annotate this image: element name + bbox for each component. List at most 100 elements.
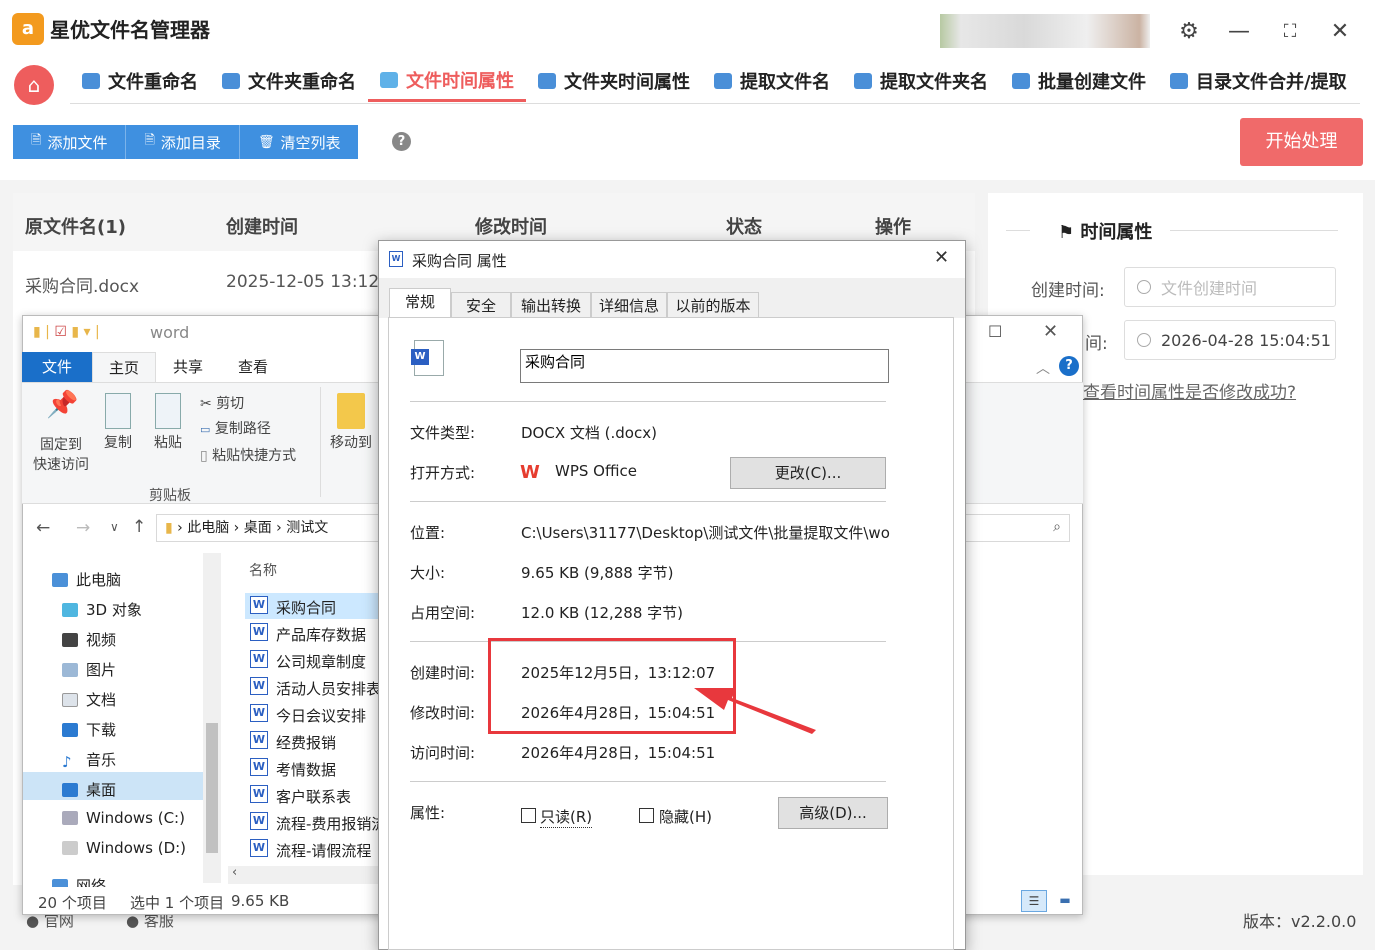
chevron-down-icon[interactable]: ∨ — [110, 520, 119, 534]
location-value: C:\Users\31177\Desktop\测试文件\批量提取文件\wo — [521, 524, 890, 542]
ribbon-tab-file[interactable]: 文件 — [22, 352, 92, 382]
divider — [410, 401, 886, 402]
list-item[interactable]: 今日会议安排 — [276, 705, 366, 726]
list-item[interactable]: 流程-请假流程 — [276, 840, 371, 861]
breadcrumb[interactable]: ▮ › 此电脑 › 桌面 › 测试文 — [156, 514, 384, 542]
breadcrumb-item[interactable]: 此电脑 — [187, 520, 229, 536]
tree-label: 下载 — [86, 721, 117, 739]
breadcrumb-item[interactable]: 桌面 — [244, 520, 272, 536]
ribbon-tab-share[interactable]: 共享 — [156, 352, 220, 382]
back-icon[interactable]: ← — [36, 518, 50, 538]
tab-file-rename[interactable]: 文件重命名 — [70, 60, 210, 102]
modified-time-input[interactable]: 2026-04-28 15:04:51 — [1124, 320, 1336, 360]
list-item[interactable]: 经费报销 — [276, 732, 336, 753]
tab-extract-filename[interactable]: 提取文件名 — [702, 60, 842, 102]
forward-icon[interactable]: → — [76, 518, 90, 538]
divider — [410, 501, 886, 502]
details-view-icon[interactable]: ☰ — [1021, 890, 1047, 912]
help-icon[interactable]: ? — [1059, 356, 1079, 376]
tree-item-drive-d[interactable]: Windows (D:) — [62, 839, 186, 857]
list-item[interactable]: 客户联系表 — [276, 786, 351, 807]
add-file-button[interactable]: 🗎 添加文件 — [13, 125, 127, 159]
maximize-icon[interactable]: ☐ — [988, 322, 1002, 341]
list-item[interactable]: 流程-费用报销流 — [276, 813, 386, 834]
cut-button[interactable]: ✂ 剪切 — [200, 393, 244, 413]
tree-item-3d[interactable]: 3D 对象 — [62, 599, 142, 620]
tree-item-pictures[interactable]: 图片 — [62, 659, 116, 680]
advanced-button[interactable]: 高级(D)... — [778, 797, 888, 829]
paste-shortcut-button[interactable]: ▯ 粘贴快捷方式 — [200, 445, 296, 465]
tree-item-video[interactable]: 视频 — [62, 629, 116, 650]
pin-button[interactable]: 📌 固定到 快速访问 — [30, 392, 92, 475]
check-link[interactable]: 查看时间属性是否修改成功? — [1083, 378, 1296, 403]
file-name-input[interactable] — [520, 349, 889, 383]
close-icon[interactable]: ✕ — [1043, 321, 1058, 342]
tab-file-time[interactable]: 文件时间属性 — [368, 60, 526, 102]
document-icon: 🗎 — [31, 133, 42, 148]
readonly-label[interactable]: 只读(R) — [540, 806, 593, 828]
minimize-icon[interactable]: — — [1222, 15, 1256, 49]
up-icon[interactable]: ↑ — [132, 517, 146, 537]
breadcrumb-item[interactable]: 测试文 — [286, 520, 328, 536]
tab-convert[interactable]: 输出转换 — [511, 292, 591, 318]
chevron-left-icon[interactable]: ‹ — [232, 865, 237, 880]
avatar[interactable] — [940, 14, 1150, 48]
chevron-up-icon[interactable]: ︿ — [1036, 358, 1050, 378]
list-item[interactable]: 活动人员安排表 — [276, 678, 381, 699]
tab-general[interactable]: 常规 — [389, 288, 451, 318]
move-to-button[interactable]: 移动到 — [326, 393, 376, 453]
clear-list-button[interactable]: 🗑 清空列表 — [239, 125, 359, 159]
copy-path-button[interactable]: ▭ 复制路径 — [200, 418, 271, 438]
maximize-icon[interactable]: ⛶ — [1273, 15, 1307, 49]
readonly-checkbox[interactable] — [521, 808, 536, 823]
hidden-label[interactable]: 隐藏(H) — [659, 806, 712, 827]
list-item[interactable]: 公司规章制度 — [276, 651, 366, 672]
tab-batch-create[interactable]: 批量创建文件 — [1000, 60, 1158, 102]
horizontal-scrollbar[interactable]: ‹ — [228, 865, 378, 884]
path-icon: ▭ — [200, 423, 211, 436]
close-icon[interactable]: ✕ — [934, 247, 949, 268]
ribbon-tab-home[interactable]: 主页 — [92, 352, 156, 382]
search-input[interactable]: ⌕ — [964, 514, 1070, 542]
tab-previous-versions[interactable]: 以前的版本 — [667, 292, 759, 318]
ribbon-tab-view[interactable]: 查看 — [220, 352, 286, 382]
tiles-view-icon[interactable]: ▬ — [1052, 890, 1078, 912]
created-time-input[interactable]: 文件创建时间 — [1124, 267, 1336, 307]
scrollbar[interactable] — [203, 553, 221, 883]
tree-item-downloads[interactable]: 下载 — [62, 719, 116, 740]
close-icon[interactable]: ✕ — [1323, 15, 1357, 49]
tree-item-this-pc[interactable]: 此电脑 — [52, 569, 121, 590]
tab-extract-foldername[interactable]: 提取文件夹名 — [842, 60, 1000, 102]
list-item[interactable]: 考情数据 — [276, 759, 336, 780]
help-icon[interactable]: ? — [392, 132, 411, 151]
tree-item-drive-c[interactable]: Windows (C:) — [62, 809, 185, 827]
tab-security[interactable]: 安全 — [451, 292, 511, 318]
scrollbar-thumb[interactable] — [206, 723, 218, 853]
tab-merge-extract[interactable]: 目录文件合并/提取 — [1158, 60, 1359, 102]
hidden-checkbox[interactable] — [639, 808, 654, 823]
paste-button[interactable]: 粘贴 — [148, 393, 188, 453]
trash-icon: 🗑 — [257, 134, 275, 150]
list-item[interactable]: 产品库存数据 — [276, 624, 366, 645]
tab-folder-rename[interactable]: 文件夹重命名 — [210, 60, 368, 102]
change-button[interactable]: 更改(C)... — [730, 457, 886, 489]
tab-details[interactable]: 详细信息 — [591, 292, 667, 318]
size-label: 大小: — [410, 564, 446, 582]
input-value: 2026-04-28 15:04:51 — [1161, 330, 1331, 350]
tree-item-desktop[interactable]: 桌面 — [62, 779, 116, 800]
tree-item-network[interactable]: 网络 — [52, 875, 106, 887]
start-button[interactable]: 开始处理 — [1240, 118, 1363, 166]
button-label: 清空列表 — [280, 133, 341, 152]
home-icon[interactable]: ⌂ — [14, 65, 54, 105]
copy-button[interactable]: 复制 — [98, 393, 138, 453]
list-item[interactable]: 采购合同 — [276, 597, 336, 618]
settings-icon[interactable]: ⚙ — [1172, 15, 1206, 49]
tree-item-music[interactable]: ♪ 音乐 — [62, 749, 116, 771]
copy-path-label: 复制路径 — [214, 421, 271, 437]
tree-label: 网络 — [76, 877, 107, 887]
tree-item-documents[interactable]: 文档 — [62, 689, 116, 710]
wps-icon: W — [520, 462, 540, 483]
add-directory-button[interactable]: 🗎 添加目录 — [126, 125, 240, 159]
tab-folder-time[interactable]: 文件夹时间属性 — [526, 60, 702, 102]
column-header-name[interactable]: 名称 — [249, 560, 277, 580]
